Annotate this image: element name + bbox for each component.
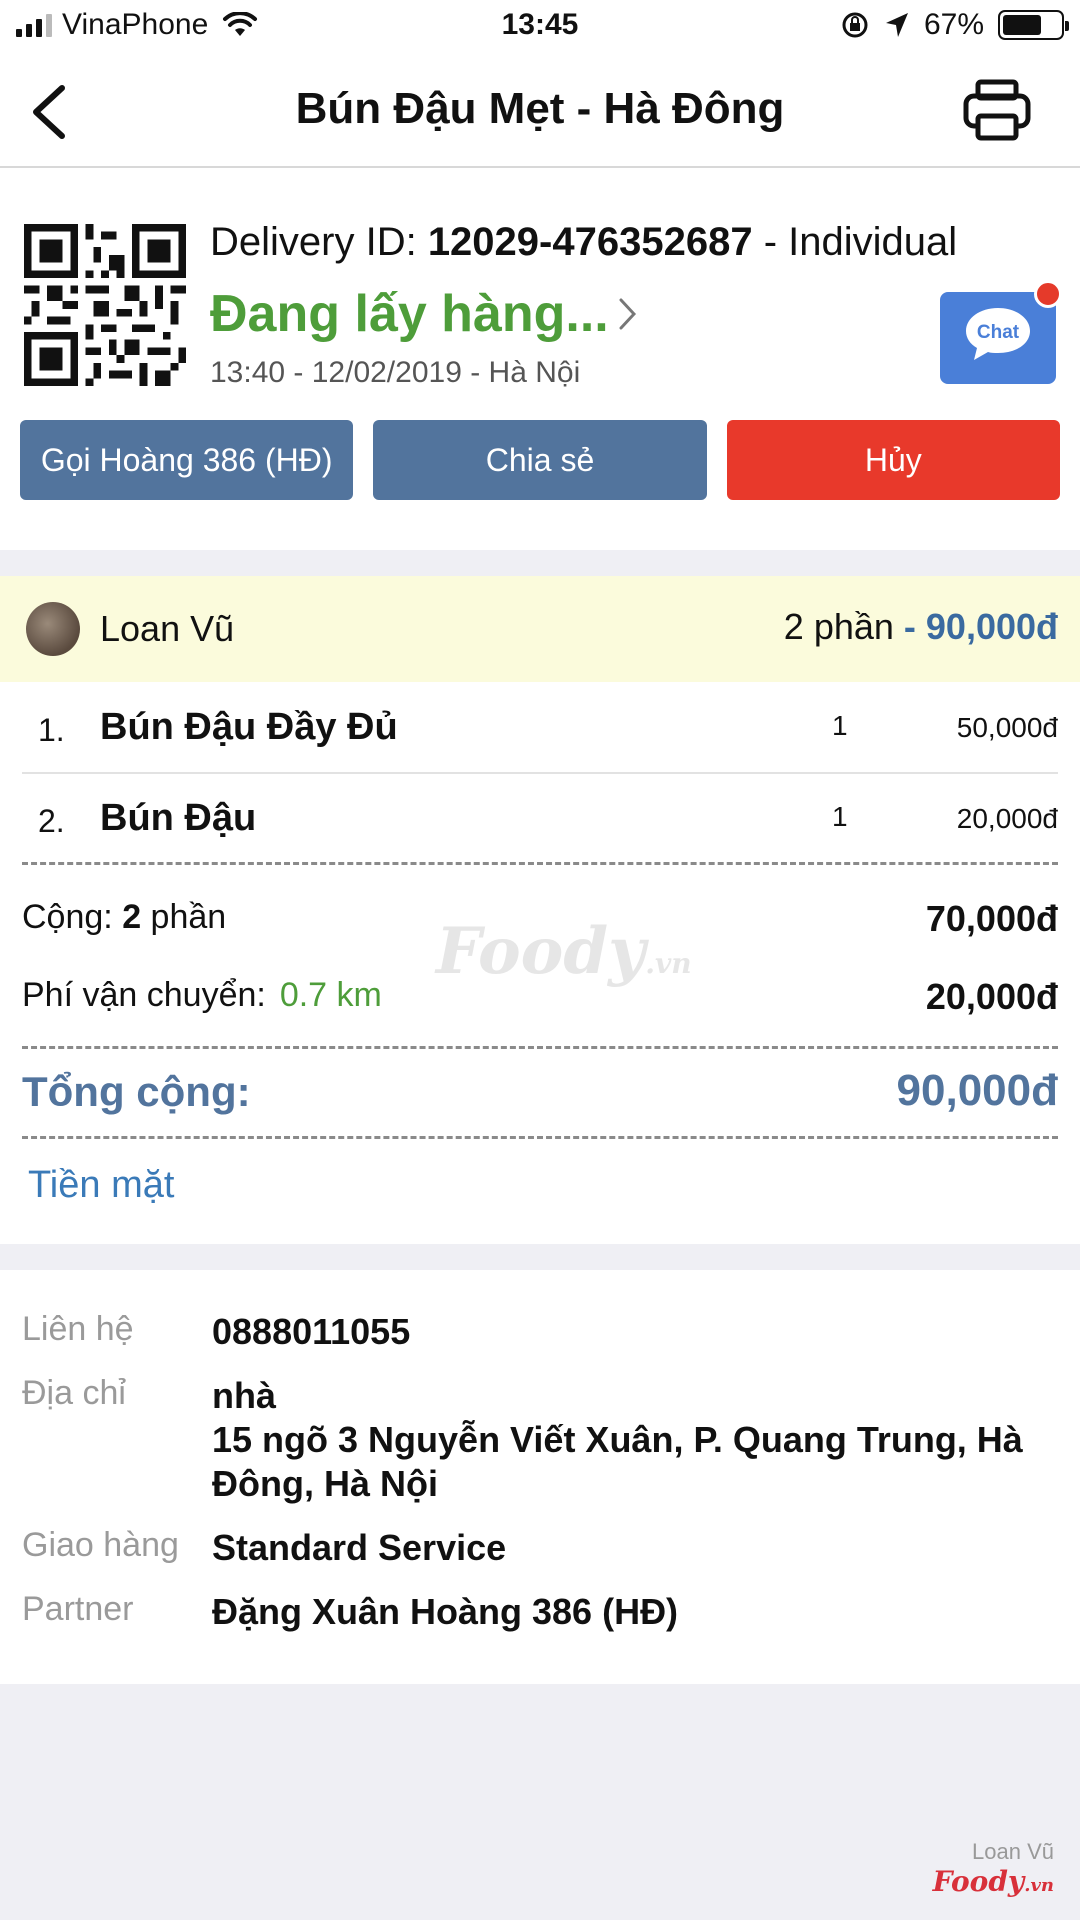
list-item: 1. Bún Đậu Đầy Đủ 1 50,000đ (22, 682, 1058, 772)
payment-method[interactable]: Tiền mặt (28, 1164, 174, 1207)
contact-phone[interactable]: 0888011055 (212, 1310, 1058, 1354)
item-index: 1. (38, 712, 65, 748)
dashed-divider (22, 1136, 1058, 1139)
battery-percent: 67% (923, 8, 984, 41)
item-name: Bún Đậu (100, 797, 257, 839)
notification-dot (1034, 280, 1062, 308)
footer-user: Loan Vũ (972, 1839, 1054, 1864)
location-arrow-icon (885, 13, 908, 37)
delivery-id: 12029-476352687 (427, 220, 753, 264)
chevron-right-icon (619, 298, 636, 330)
subtotal-row: Cộng: 2 phần 70,000đ (22, 898, 1058, 939)
item-quantity: 1 (832, 801, 848, 832)
call-driver-button[interactable]: Gọi Hoàng 386 (HĐ) (20, 420, 354, 500)
chat-button[interactable]: Chat (940, 280, 1062, 384)
footer-brand-suffix: .vn (1024, 1875, 1054, 1896)
status-bar: VinaPhone 13:45 67% (0, 0, 1080, 54)
item-quantity: 1 (832, 710, 848, 741)
order-status[interactable]: Đang lấy hàng... (210, 284, 639, 344)
subtotal-value: 70,000đ (925, 898, 1058, 939)
subtotal-label: Cộng: 2 phần (22, 898, 226, 936)
subtotal-unit: phần (141, 898, 227, 936)
customer-row: Loan Vũ 2 phần - 90,000đ (0, 576, 1080, 682)
total-value: 90,000đ (896, 1066, 1058, 1115)
dashed-divider (22, 1046, 1058, 1049)
customer-portions: 2 phần (783, 606, 894, 647)
address-detail: 15 ngõ 3 Nguyễn Viết Xuân, P. Quang Trun… (212, 1419, 1023, 1504)
contact-label: Liên hệ (22, 1310, 134, 1348)
shipping-distance: 0.7 km (279, 976, 382, 1014)
customer-name: Loan Vũ (100, 608, 235, 649)
dashed-divider (22, 862, 1058, 865)
status-bar-right: 67% (840, 8, 1069, 42)
rotation-lock-icon (842, 12, 868, 38)
order-header-card: Delivery ID: 12029-476352687 - Individua… (0, 168, 1080, 550)
order-details-card: Loan Vũ 2 phần - 90,000đ 1. Bún Đậu Đầy … (0, 576, 1080, 1244)
customer-summary: 2 phần - 90,000đ (784, 606, 1058, 648)
item-price: 50,000đ (956, 712, 1058, 743)
order-time-location: 13:40 - 12/02/2019 - Hà Nội (210, 356, 581, 389)
list-item: 2. Bún Đậu 1 20,000đ (22, 773, 1058, 863)
total-label: Tổng cộng: (22, 1068, 251, 1115)
qr-code[interactable] (24, 224, 186, 386)
share-button[interactable]: Chia sẻ (373, 420, 707, 500)
delivery-id-prefix: Delivery ID: (210, 220, 428, 264)
delivery-type: - Individual (752, 220, 958, 264)
shipping-label-text: Phí vận chuyển: (22, 976, 266, 1014)
delivery-service-label: Giao hàng (22, 1526, 179, 1564)
customer-amount: - 90,000đ (893, 606, 1058, 647)
cancel-button[interactable]: Hủy (726, 420, 1060, 500)
partner-value: Đặng Xuân Hoàng 386 (HĐ) (212, 1591, 679, 1632)
delivery-service-value: Standard Service (212, 1527, 507, 1568)
delivery-info-card: Liên hệ 0888011055 Địa chỉ nhà 15 ngõ 3 … (0, 1270, 1080, 1684)
shipping-value: 20,000đ (925, 976, 1058, 1017)
total-row: Tổng cộng: 90,000đ (22, 1066, 1058, 1116)
page-title: Bún Đậu Mẹt - Hà Đông (295, 84, 785, 133)
shipping-row: Phí vận chuyển: 0.7 km 20,000đ (22, 976, 1058, 1017)
address-value: nhà 15 ngõ 3 Nguyễn Viết Xuân, P. Quang … (212, 1374, 1058, 1506)
battery-icon (998, 10, 1069, 40)
footer-brand: Foody.vn (933, 1865, 1054, 1898)
item-index: 2. (38, 803, 65, 839)
back-icon[interactable] (26, 82, 76, 142)
avatar (26, 602, 80, 656)
battery-fill (1003, 15, 1041, 35)
item-name: Bún Đậu Đầy Đủ (100, 706, 398, 748)
shipping-label: Phí vận chuyển: 0.7 km (22, 976, 382, 1014)
partner-label: Partner (22, 1590, 134, 1628)
subtotal-count: 2 (122, 898, 142, 936)
address-label: Địa chỉ (22, 1374, 126, 1412)
chat-label: Chat (977, 322, 1020, 343)
order-status-text: Đang lấy hàng... (210, 285, 609, 343)
item-price: 20,000đ (956, 803, 1058, 834)
action-buttons: Gọi Hoàng 386 (HĐ) Chia sẻ Hủy (20, 420, 1060, 500)
printer-icon[interactable] (962, 78, 1032, 142)
chat-icon: Chat (966, 308, 1030, 360)
footer-watermark: Loan Vũ Foody.vn (933, 1839, 1054, 1898)
navigation-bar: Bún Đậu Mẹt - Hà Đông (0, 54, 1080, 168)
footer-brand-name: Foody (932, 1865, 1025, 1898)
delivery-id-line: Delivery ID: 12029-476352687 - Individua… (210, 220, 957, 265)
subtotal-prefix: Cộng: (22, 898, 123, 936)
address-name: nhà (212, 1375, 277, 1416)
